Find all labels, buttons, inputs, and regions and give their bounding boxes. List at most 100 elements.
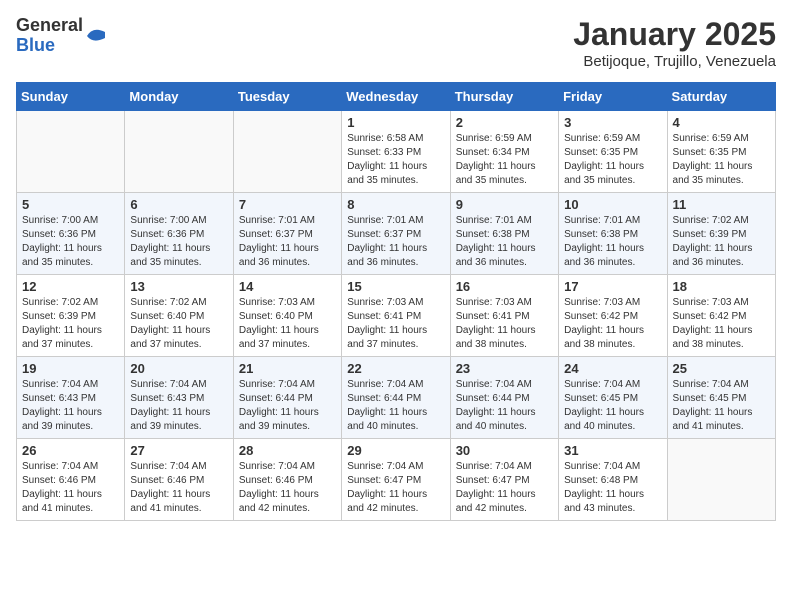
- day-number: 11: [673, 197, 770, 212]
- location: Betijoque, Trujillo, Venezuela: [573, 53, 776, 70]
- calendar-cell: 25 Sunrise: 7:04 AMSunset: 6:45 PMDayligh…: [667, 357, 775, 439]
- day-info: Sunrise: 7:01 AMSunset: 6:38 PMDaylight:…: [456, 214, 553, 270]
- calendar-cell: 6 Sunrise: 7:00 AMSunset: 6:36 PMDaylight…: [125, 193, 233, 275]
- calendar-cell: 9 Sunrise: 7:01 AMSunset: 6:38 PMDaylight…: [450, 193, 558, 275]
- day-info: Sunrise: 7:04 AMSunset: 6:48 PMDaylight:…: [564, 460, 661, 516]
- calendar-cell: 20 Sunrise: 7:04 AMSunset: 6:43 PMDayligh…: [125, 357, 233, 439]
- calendar-cell: 2 Sunrise: 6:59 AMSunset: 6:34 PMDaylight…: [450, 111, 558, 193]
- calendar-cell: 4 Sunrise: 6:59 AMSunset: 6:35 PMDaylight…: [667, 111, 775, 193]
- day-info: Sunrise: 7:03 AMSunset: 6:41 PMDaylight:…: [347, 296, 444, 352]
- day-info: Sunrise: 7:04 AMSunset: 6:45 PMDaylight:…: [564, 378, 661, 434]
- calendar-cell: 1 Sunrise: 6:58 AMSunset: 6:33 PMDaylight…: [342, 111, 450, 193]
- day-number: 27: [130, 443, 227, 458]
- day-number: 7: [239, 197, 336, 212]
- day-number: 31: [564, 443, 661, 458]
- weekday-header-sunday: Sunday: [17, 83, 125, 111]
- calendar-week-row: 1 Sunrise: 6:58 AMSunset: 6:33 PMDaylight…: [17, 111, 776, 193]
- day-info: Sunrise: 7:04 AMSunset: 6:44 PMDaylight:…: [456, 378, 553, 434]
- day-number: 2: [456, 115, 553, 130]
- day-number: 13: [130, 279, 227, 294]
- day-number: 16: [456, 279, 553, 294]
- day-info: Sunrise: 7:04 AMSunset: 6:43 PMDaylight:…: [22, 378, 119, 434]
- weekday-header-thursday: Thursday: [450, 83, 558, 111]
- day-number: 14: [239, 279, 336, 294]
- day-info: Sunrise: 7:04 AMSunset: 6:43 PMDaylight:…: [130, 378, 227, 434]
- day-number: 4: [673, 115, 770, 130]
- day-number: 21: [239, 361, 336, 376]
- calendar-cell: 16Sunrise: 7:03 AMSunset: 6:41 PMDayligh…: [450, 275, 558, 357]
- day-number: 19: [22, 361, 119, 376]
- day-number: 26: [22, 443, 119, 458]
- calendar-cell: 13 Sunrise: 7:02 AMSunset: 6:40 PMDayligh…: [125, 275, 233, 357]
- day-info: Sunrise: 7:04 AMSunset: 6:44 PMDaylight:…: [347, 378, 444, 434]
- calendar-cell: [233, 111, 341, 193]
- calendar-cell: 11 Sunrise: 7:02 AMSunset: 6:39 PMDayligh…: [667, 193, 775, 275]
- calendar-cell: 29 Sunrise: 7:04 AMSunset: 6:47 PMDayligh…: [342, 439, 450, 521]
- day-info: Sunrise: 7:02 AMSunset: 6:39 PMDaylight:…: [22, 296, 119, 352]
- logo-blue-text: Blue: [16, 36, 83, 56]
- day-number: 10: [564, 197, 661, 212]
- calendar-cell: 7 Sunrise: 7:01 AMSunset: 6:37 PMDaylight…: [233, 193, 341, 275]
- logo-general-text: General: [16, 16, 83, 36]
- month-title: January 2025: [573, 16, 776, 53]
- calendar-week-row: 5 Sunrise: 7:00 AMSunset: 6:36 PMDaylight…: [17, 193, 776, 275]
- calendar-cell: 17 Sunrise: 7:03 AMSunset: 6:42 PMDayligh…: [559, 275, 667, 357]
- calendar-week-row: 12Sunrise: 7:02 AMSunset: 6:39 PMDayligh…: [17, 275, 776, 357]
- day-number: 30: [456, 443, 553, 458]
- logo: General Blue: [16, 16, 109, 56]
- calendar-cell: 30Sunrise: 7:04 AMSunset: 6:47 PMDayligh…: [450, 439, 558, 521]
- calendar-cell: 15Sunrise: 7:03 AMSunset: 6:41 PMDayligh…: [342, 275, 450, 357]
- calendar-week-row: 19 Sunrise: 7:04 AMSunset: 6:43 PMDayligh…: [17, 357, 776, 439]
- day-number: 17: [564, 279, 661, 294]
- day-info: Sunrise: 7:00 AMSunset: 6:36 PMDaylight:…: [22, 214, 119, 270]
- calendar-cell: 10 Sunrise: 7:01 AMSunset: 6:38 PMDayligh…: [559, 193, 667, 275]
- day-number: 23: [456, 361, 553, 376]
- day-info: Sunrise: 7:03 AMSunset: 6:42 PMDaylight:…: [673, 296, 770, 352]
- calendar-cell: 27 Sunrise: 7:04 AMSunset: 6:46 PMDayligh…: [125, 439, 233, 521]
- day-info: Sunrise: 7:02 AMSunset: 6:40 PMDaylight:…: [130, 296, 227, 352]
- day-info: Sunrise: 7:01 AMSunset: 6:38 PMDaylight:…: [564, 214, 661, 270]
- day-number: 8: [347, 197, 444, 212]
- day-info: Sunrise: 7:01 AMSunset: 6:37 PMDaylight:…: [347, 214, 444, 270]
- day-info: Sunrise: 7:00 AMSunset: 6:36 PMDaylight:…: [130, 214, 227, 270]
- page-header: General Blue January 2025 Betijoque, Tru…: [16, 16, 776, 70]
- calendar-cell: 31 Sunrise: 7:04 AMSunset: 6:48 PMDayligh…: [559, 439, 667, 521]
- calendar-cell: 18Sunrise: 7:03 AMSunset: 6:42 PMDayligh…: [667, 275, 775, 357]
- calendar-cell: 26Sunrise: 7:04 AMSunset: 6:46 PMDayligh…: [17, 439, 125, 521]
- day-number: 5: [22, 197, 119, 212]
- day-info: Sunrise: 7:01 AMSunset: 6:37 PMDaylight:…: [239, 214, 336, 270]
- day-number: 9: [456, 197, 553, 212]
- day-info: Sunrise: 7:03 AMSunset: 6:40 PMDaylight:…: [239, 296, 336, 352]
- calendar-cell: 19 Sunrise: 7:04 AMSunset: 6:43 PMDayligh…: [17, 357, 125, 439]
- day-info: Sunrise: 7:04 AMSunset: 6:47 PMDaylight:…: [347, 460, 444, 516]
- calendar-cell: 28 Sunrise: 7:04 AMSunset: 6:46 PMDayligh…: [233, 439, 341, 521]
- day-info: Sunrise: 6:59 AMSunset: 6:35 PMDaylight:…: [673, 132, 770, 188]
- day-number: 1: [347, 115, 444, 130]
- day-number: 29: [347, 443, 444, 458]
- day-info: Sunrise: 7:04 AMSunset: 6:45 PMDaylight:…: [673, 378, 770, 434]
- calendar-cell: [667, 439, 775, 521]
- calendar-cell: 22Sunrise: 7:04 AMSunset: 6:44 PMDayligh…: [342, 357, 450, 439]
- day-number: 3: [564, 115, 661, 130]
- day-number: 28: [239, 443, 336, 458]
- day-number: 25: [673, 361, 770, 376]
- calendar-cell: 23 Sunrise: 7:04 AMSunset: 6:44 PMDayligh…: [450, 357, 558, 439]
- weekday-header-wednesday: Wednesday: [342, 83, 450, 111]
- calendar-table: SundayMondayTuesdayWednesdayThursdayFrid…: [16, 82, 776, 521]
- calendar-cell: 3 Sunrise: 6:59 AMSunset: 6:35 PMDaylight…: [559, 111, 667, 193]
- day-info: Sunrise: 7:02 AMSunset: 6:39 PMDaylight:…: [673, 214, 770, 270]
- day-info: Sunrise: 7:04 AMSunset: 6:46 PMDaylight:…: [130, 460, 227, 516]
- day-info: Sunrise: 7:03 AMSunset: 6:42 PMDaylight:…: [564, 296, 661, 352]
- day-number: 20: [130, 361, 227, 376]
- day-info: Sunrise: 6:59 AMSunset: 6:35 PMDaylight:…: [564, 132, 661, 188]
- day-info: Sunrise: 6:58 AMSunset: 6:33 PMDaylight:…: [347, 132, 444, 188]
- weekday-header-saturday: Saturday: [667, 83, 775, 111]
- weekday-header-monday: Monday: [125, 83, 233, 111]
- logo-icon: [85, 24, 109, 48]
- day-info: Sunrise: 7:04 AMSunset: 6:46 PMDaylight:…: [239, 460, 336, 516]
- day-number: 24: [564, 361, 661, 376]
- day-info: Sunrise: 6:59 AMSunset: 6:34 PMDaylight:…: [456, 132, 553, 188]
- day-info: Sunrise: 7:04 AMSunset: 6:44 PMDaylight:…: [239, 378, 336, 434]
- day-number: 6: [130, 197, 227, 212]
- calendar-week-row: 26 Sunrise: 7:04 AMSunset: 6:46 PMDayligh…: [17, 439, 776, 521]
